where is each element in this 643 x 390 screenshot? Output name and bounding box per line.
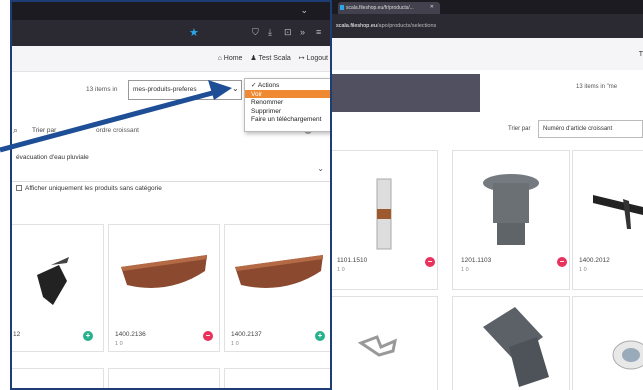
browser-titlebar: ⌄ — [12, 2, 330, 20]
actions-dropdown[interactable]: ✓ Actions Voir Renommer Supprimer Faire … — [244, 78, 330, 132]
right-browser-panel: scala.fileshop.eu/fr/products/... ✕ scal… — [332, 0, 643, 390]
product-code: 1101.1510 — [337, 257, 368, 264]
dark-banner — [332, 74, 480, 112]
sort-label: Trier par — [32, 127, 57, 134]
sort-select[interactable]: Numéro d'article croissant — [538, 120, 643, 138]
overflow-icon[interactable]: » — [300, 27, 305, 37]
product-code: 1400.2136 — [115, 331, 146, 338]
items-count-label: 13 items in "me — [576, 84, 618, 90]
checkbox[interactable] — [16, 185, 22, 191]
close-icon[interactable]: ✕ — [430, 4, 434, 10]
remove-from-list-button[interactable]: − — [425, 257, 435, 267]
browser-tabbar: scala.fileshop.eu/fr/products/... ✕ — [332, 0, 643, 14]
uncategorized-label: Afficher uniquement les produits sans ca… — [25, 185, 162, 192]
add-to-list-button[interactable]: + — [315, 331, 325, 341]
tab-title: scala.fileshop.eu/fr/products/... — [346, 5, 414, 11]
favicon-icon — [340, 5, 344, 10]
menu-item-telechargement[interactable]: Faire un téléchargement — [245, 115, 330, 124]
chevron-down-icon[interactable]: ⌄ — [232, 84, 239, 93]
category-value: évacuation d'eau pluviale — [16, 154, 89, 161]
product-card[interactable] — [572, 296, 643, 390]
add-to-list-button[interactable]: + — [83, 331, 93, 341]
site-header: T — [332, 38, 643, 70]
menu-icon[interactable]: ≡ — [316, 27, 321, 37]
product-card[interactable]: 1400.2137 1 0 + — [224, 224, 330, 352]
product-code: 1400.2137 — [231, 331, 262, 338]
download-icon[interactable]: ⤓ — [268, 27, 272, 38]
product-meta: 1 0 — [579, 267, 587, 273]
product-image — [483, 307, 549, 387]
product-meta: 1 0 — [115, 341, 123, 347]
browser-tab[interactable]: scala.fileshop.eu/fr/products/... ✕ — [338, 2, 440, 14]
product-image — [357, 335, 398, 357]
chevron-down-icon[interactable]: ⌄ — [317, 164, 324, 173]
actions-title: ✓ Actions — [251, 82, 280, 89]
product-meta: 1 0 — [461, 267, 469, 273]
product-card[interactable]: 12 + — [12, 224, 104, 352]
product-image — [121, 255, 207, 288]
user-link[interactable]: ♟ Test Scala — [250, 55, 290, 62]
product-code: 1201.1103 — [461, 257, 492, 264]
left-browser-panel: ⌄ ★ ⛉ ⤓ ⊡ » ≡ ⌂ Home ♟ Test Scala ↦ Logo… — [10, 0, 332, 390]
product-card[interactable] — [224, 368, 330, 388]
list-select[interactable]: mes-produits-preferes — [128, 80, 242, 100]
product-code: 1400.2012 — [579, 257, 610, 264]
product-card[interactable] — [12, 368, 104, 388]
product-image — [483, 174, 539, 245]
shield-icon[interactable]: ⛉ — [252, 27, 259, 38]
extensions-icon[interactable]: ⊡ — [284, 27, 292, 38]
search-icon[interactable]: ⌕ — [13, 125, 18, 136]
category-select[interactable]: évacuation d'eau pluviale ⌄ — [12, 152, 330, 182]
header-link[interactable]: T — [639, 51, 643, 58]
bookmark-star-icon[interactable]: ★ — [189, 26, 199, 39]
address-bar[interactable]: scala.fileshop.eu/apo/products/selection… — [332, 14, 643, 38]
menu-item-renommer[interactable]: Renommer — [245, 98, 330, 107]
product-card[interactable]: 1400.2012 1 0 — [572, 150, 643, 290]
product-card[interactable]: 1400.2136 1 0 − — [108, 224, 220, 352]
remove-from-list-button[interactable]: − — [557, 257, 567, 267]
product-image — [612, 340, 643, 370]
chevron-down-icon[interactable]: ⌄ — [300, 5, 308, 16]
browser-toolbar: ★ ⛉ ⤓ ⊡ » ≡ — [12, 20, 330, 46]
product-card[interactable] — [332, 296, 438, 390]
product-image — [593, 195, 643, 229]
url-path: /apo/products/selections — [376, 23, 437, 29]
product-image — [235, 255, 323, 288]
product-code: 12 — [13, 331, 21, 338]
product-card[interactable] — [108, 368, 220, 388]
remove-from-list-button[interactable]: − — [203, 331, 213, 341]
product-card[interactable]: 1201.1103 1 0 − — [452, 150, 570, 290]
home-link[interactable]: ⌂ Home — [218, 55, 243, 62]
menu-item-supprimer[interactable]: Supprimer — [245, 107, 330, 116]
sort-select[interactable]: ordre croissant — [96, 127, 139, 134]
menu-item-voir[interactable]: Voir — [245, 89, 330, 98]
screenshot-composite: ⌄ ★ ⛉ ⤓ ⊡ » ≡ ⌂ Home ♟ Test Scala ↦ Logo… — [0, 0, 643, 390]
logout-link[interactable]: ↦ Logout — [299, 55, 328, 62]
items-count-label: 13 items in — [86, 86, 118, 93]
product-image — [376, 178, 392, 250]
product-meta: 1 0 — [231, 341, 239, 347]
url-host: scala.fileshop.eu — [336, 23, 377, 29]
product-card[interactable] — [452, 296, 570, 390]
product-meta: 1 0 — [337, 267, 345, 273]
uncategorized-filter[interactable]: Afficher uniquement les produits sans ca… — [16, 185, 162, 192]
sort-label: Trier par — [508, 126, 531, 132]
site-header: ⌂ Home ♟ Test Scala ↦ Logout — [12, 46, 330, 72]
product-card[interactable]: 1101.1510 1 0 − — [332, 150, 438, 290]
product-image — [37, 257, 69, 305]
